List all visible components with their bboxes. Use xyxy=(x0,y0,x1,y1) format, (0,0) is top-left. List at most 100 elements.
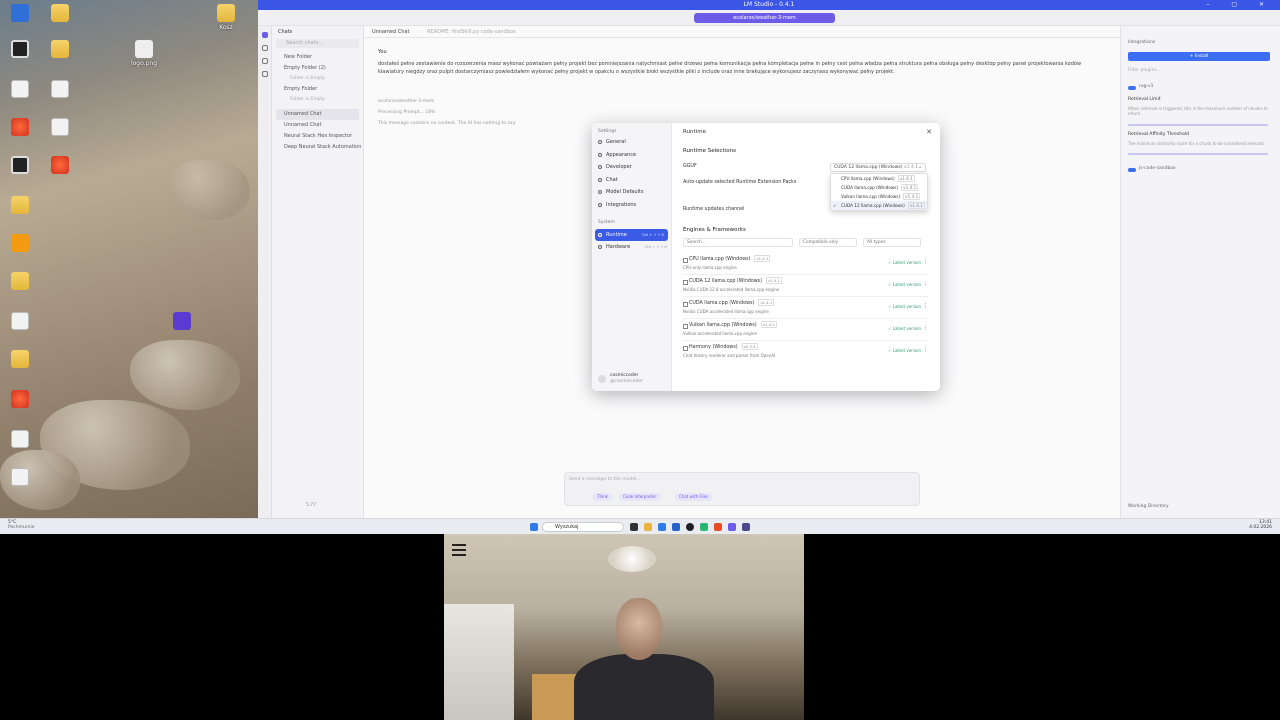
nav-hardware[interactable]: Hardware Ctrl + ⇧ + H xyxy=(592,241,671,254)
desktop-icon-folder[interactable] xyxy=(40,4,80,24)
nav-model-defaults[interactable]: Model Defaults xyxy=(592,186,671,199)
folder-item[interactable]: Empty Folder (2) xyxy=(272,63,363,74)
store-icon[interactable] xyxy=(658,523,666,531)
search-icon[interactable] xyxy=(261,71,268,77)
nav-runtime[interactable]: Runtime Ctrl + ⇧ + R xyxy=(595,228,668,242)
engine-row[interactable]: CUDA 12 llama.cpp (Windows) v1.4.1 Nvidia… xyxy=(683,276,929,297)
chat-search-input[interactable]: Search chats... xyxy=(276,39,359,48)
brave-icon[interactable] xyxy=(714,523,722,531)
chrome-icon[interactable] xyxy=(700,523,708,531)
compatible-filter[interactable]: Compatible only xyxy=(799,238,857,247)
engine-description: Chat history renderer and parser from Op… xyxy=(683,353,776,358)
lmstudio-icon[interactable] xyxy=(728,523,736,531)
desktop-icon-folder-4[interactable] xyxy=(0,272,40,292)
dropdown-option[interactable]: Vulkan llama.cpp (Windows) v1.4.1 xyxy=(831,192,927,201)
option-version: v1.4.1 xyxy=(907,202,925,209)
desktop-icon-brave[interactable] xyxy=(0,118,40,138)
models-icon[interactable] xyxy=(261,58,268,64)
desktop-wallpaper: Kosz logo.png xyxy=(0,0,258,518)
engine-row[interactable]: CUDA llama.cpp (Windows) v1.4.1 Nvidia CU… xyxy=(683,298,929,319)
desktop-icon-obs[interactable] xyxy=(0,40,40,60)
desktop-icon-doc[interactable] xyxy=(0,80,40,100)
chat-item[interactable]: Neural Stack Hex Inspector xyxy=(272,131,363,142)
engine-row[interactable]: Harmony (Windows) v0.3.4 Chat history ren… xyxy=(683,342,929,363)
desktop-icon-recycle[interactable] xyxy=(0,4,40,24)
option-label: CUDA 12 llama.cpp (Windows) xyxy=(841,203,905,208)
model-selector[interactable]: ecolarze/weather-3-mem xyxy=(694,13,835,23)
engine-title: CUDA 12 llama.cpp (Windows) xyxy=(689,279,763,284)
auto-update-label: Auto-update selected Runtime Extension P… xyxy=(683,180,797,185)
desktop-icon-doc-2[interactable] xyxy=(40,118,80,138)
explorer-icon[interactable] xyxy=(644,523,652,531)
new-folder-button[interactable]: New Folder xyxy=(272,52,363,63)
dropdown-option-selected[interactable]: ✓ CUDA 12 llama.cpp (Windows) v1.4.1 xyxy=(831,201,927,210)
chat-item[interactable]: Deep Neural Stack Automation xyxy=(272,142,363,153)
nav-chat[interactable]: Chat xyxy=(592,174,671,187)
more-icon[interactable]: ⋮ xyxy=(923,281,928,287)
nav-appearance[interactable]: Appearance xyxy=(592,149,671,162)
retrieval-limit-slider[interactable] xyxy=(1128,124,1268,126)
chat-with-files-chip[interactable]: Chat with Files xyxy=(675,493,713,501)
filter-plugins-input[interactable]: Filter plugins... xyxy=(1128,68,1161,73)
affinity-slider[interactable] xyxy=(1128,153,1268,155)
task-view-icon[interactable] xyxy=(630,523,638,531)
folder-empty-note: Folder is Empty xyxy=(290,97,325,102)
desktop-icon-lmstudio[interactable] xyxy=(162,312,202,332)
code-sandbox-toggle[interactable] xyxy=(1128,168,1136,172)
more-icon[interactable]: ⋮ xyxy=(923,259,928,265)
nav-developer[interactable]: Developer xyxy=(592,161,671,174)
desktop-icon-brave-2[interactable] xyxy=(40,156,80,176)
desktop-icon-obs-2[interactable] xyxy=(0,156,40,176)
user-message: You dostałeś pełne zestawienie do rozsze… xyxy=(378,48,1108,76)
engine-title: Vulkan llama.cpp (Windows) xyxy=(689,323,757,328)
chat-icon[interactable] xyxy=(261,32,268,38)
user-profile[interactable]: cosmiccoder @cosmiccoder xyxy=(598,373,643,385)
dropdown-option[interactable]: CPU llama.cpp (Windows) v1.4.1 xyxy=(831,174,927,183)
desktop-icon-folder-3[interactable] xyxy=(0,196,40,216)
weather-widget[interactable]: 5°C Pochmurnie xyxy=(8,520,35,530)
tab-chat[interactable]: Unnamed Chat xyxy=(364,26,417,38)
nav-general[interactable]: General xyxy=(592,136,671,149)
more-icon[interactable]: ⋮ xyxy=(923,347,928,353)
screen: Kosz logo.png LM Studio - 0.4.1 – ▢ ✕ ec… xyxy=(0,0,1280,720)
clock[interactable]: 13:41 4.02.2026 xyxy=(1249,520,1272,530)
nav-integrations[interactable]: Integrations xyxy=(592,199,671,212)
code-interpreter-chip[interactable]: Code Interpreter xyxy=(619,493,661,501)
desktop-icon-folder-5[interactable] xyxy=(0,350,40,370)
developer-icon[interactable] xyxy=(261,45,268,51)
engine-row[interactable]: CPU llama.cpp (Windows) v1.4.1 CPU-only l… xyxy=(683,254,929,275)
folder-item[interactable]: Empty Folder xyxy=(272,84,363,95)
desktop-icon-doc-3[interactable] xyxy=(0,312,40,332)
desktop-icon-folder-right[interactable]: Kosz xyxy=(206,4,246,31)
more-icon[interactable]: ⋮ xyxy=(923,325,928,331)
think-chip[interactable]: Think xyxy=(593,493,612,501)
desktop-icon-doc-5[interactable] xyxy=(0,468,40,488)
chat-item-selected[interactable]: Unnamed Chat xyxy=(276,109,359,120)
more-icon[interactable]: ⋮ xyxy=(923,303,928,309)
close-icon[interactable]: ✕ xyxy=(926,128,932,136)
desktop-icon-app[interactable] xyxy=(0,234,40,254)
desktop-icon-brave-3[interactable] xyxy=(0,390,40,410)
taskbar-search[interactable]: Wyszukaj xyxy=(542,522,624,532)
message-composer[interactable]: Send a message to the model... Think Cod… xyxy=(564,472,920,506)
desktop-icon-folder-2[interactable] xyxy=(40,40,80,60)
vscode-icon[interactable] xyxy=(672,523,680,531)
chat-item[interactable]: Unnamed Chat xyxy=(272,120,363,131)
tab-readme[interactable]: README: findSkill.py code-sandbox xyxy=(419,26,524,38)
obs-icon[interactable] xyxy=(686,523,694,531)
rag-toggle[interactable] xyxy=(1128,86,1136,90)
window-controls[interactable]: – ▢ ✕ xyxy=(1206,0,1274,10)
engine-row[interactable]: Vulkan llama.cpp (Windows) v1.4.1 Vulkan … xyxy=(683,320,929,341)
menu-icon[interactable] xyxy=(452,544,466,559)
engine-search-input[interactable]: Search... xyxy=(683,238,793,247)
gguf-selected-value: CUDA 12 llama.cpp (Windows) xyxy=(834,165,903,170)
type-filter[interactable]: All types xyxy=(863,238,921,247)
desktop-icon-doc-4[interactable] xyxy=(0,430,40,450)
desktop-icon-python[interactable] xyxy=(40,80,80,100)
app-icon[interactable] xyxy=(742,523,750,531)
desktop-icon-logo[interactable]: logo.png xyxy=(124,40,164,67)
install-button[interactable]: + Install xyxy=(1128,52,1270,61)
start-icon[interactable] xyxy=(530,523,538,531)
gguf-runtime-select[interactable]: CUDA 12 llama.cpp (Windows) v1.4.1 ⌄ xyxy=(830,163,926,172)
dropdown-option[interactable]: CUDA llama.cpp (Windows) v1.4.1 xyxy=(831,183,927,192)
